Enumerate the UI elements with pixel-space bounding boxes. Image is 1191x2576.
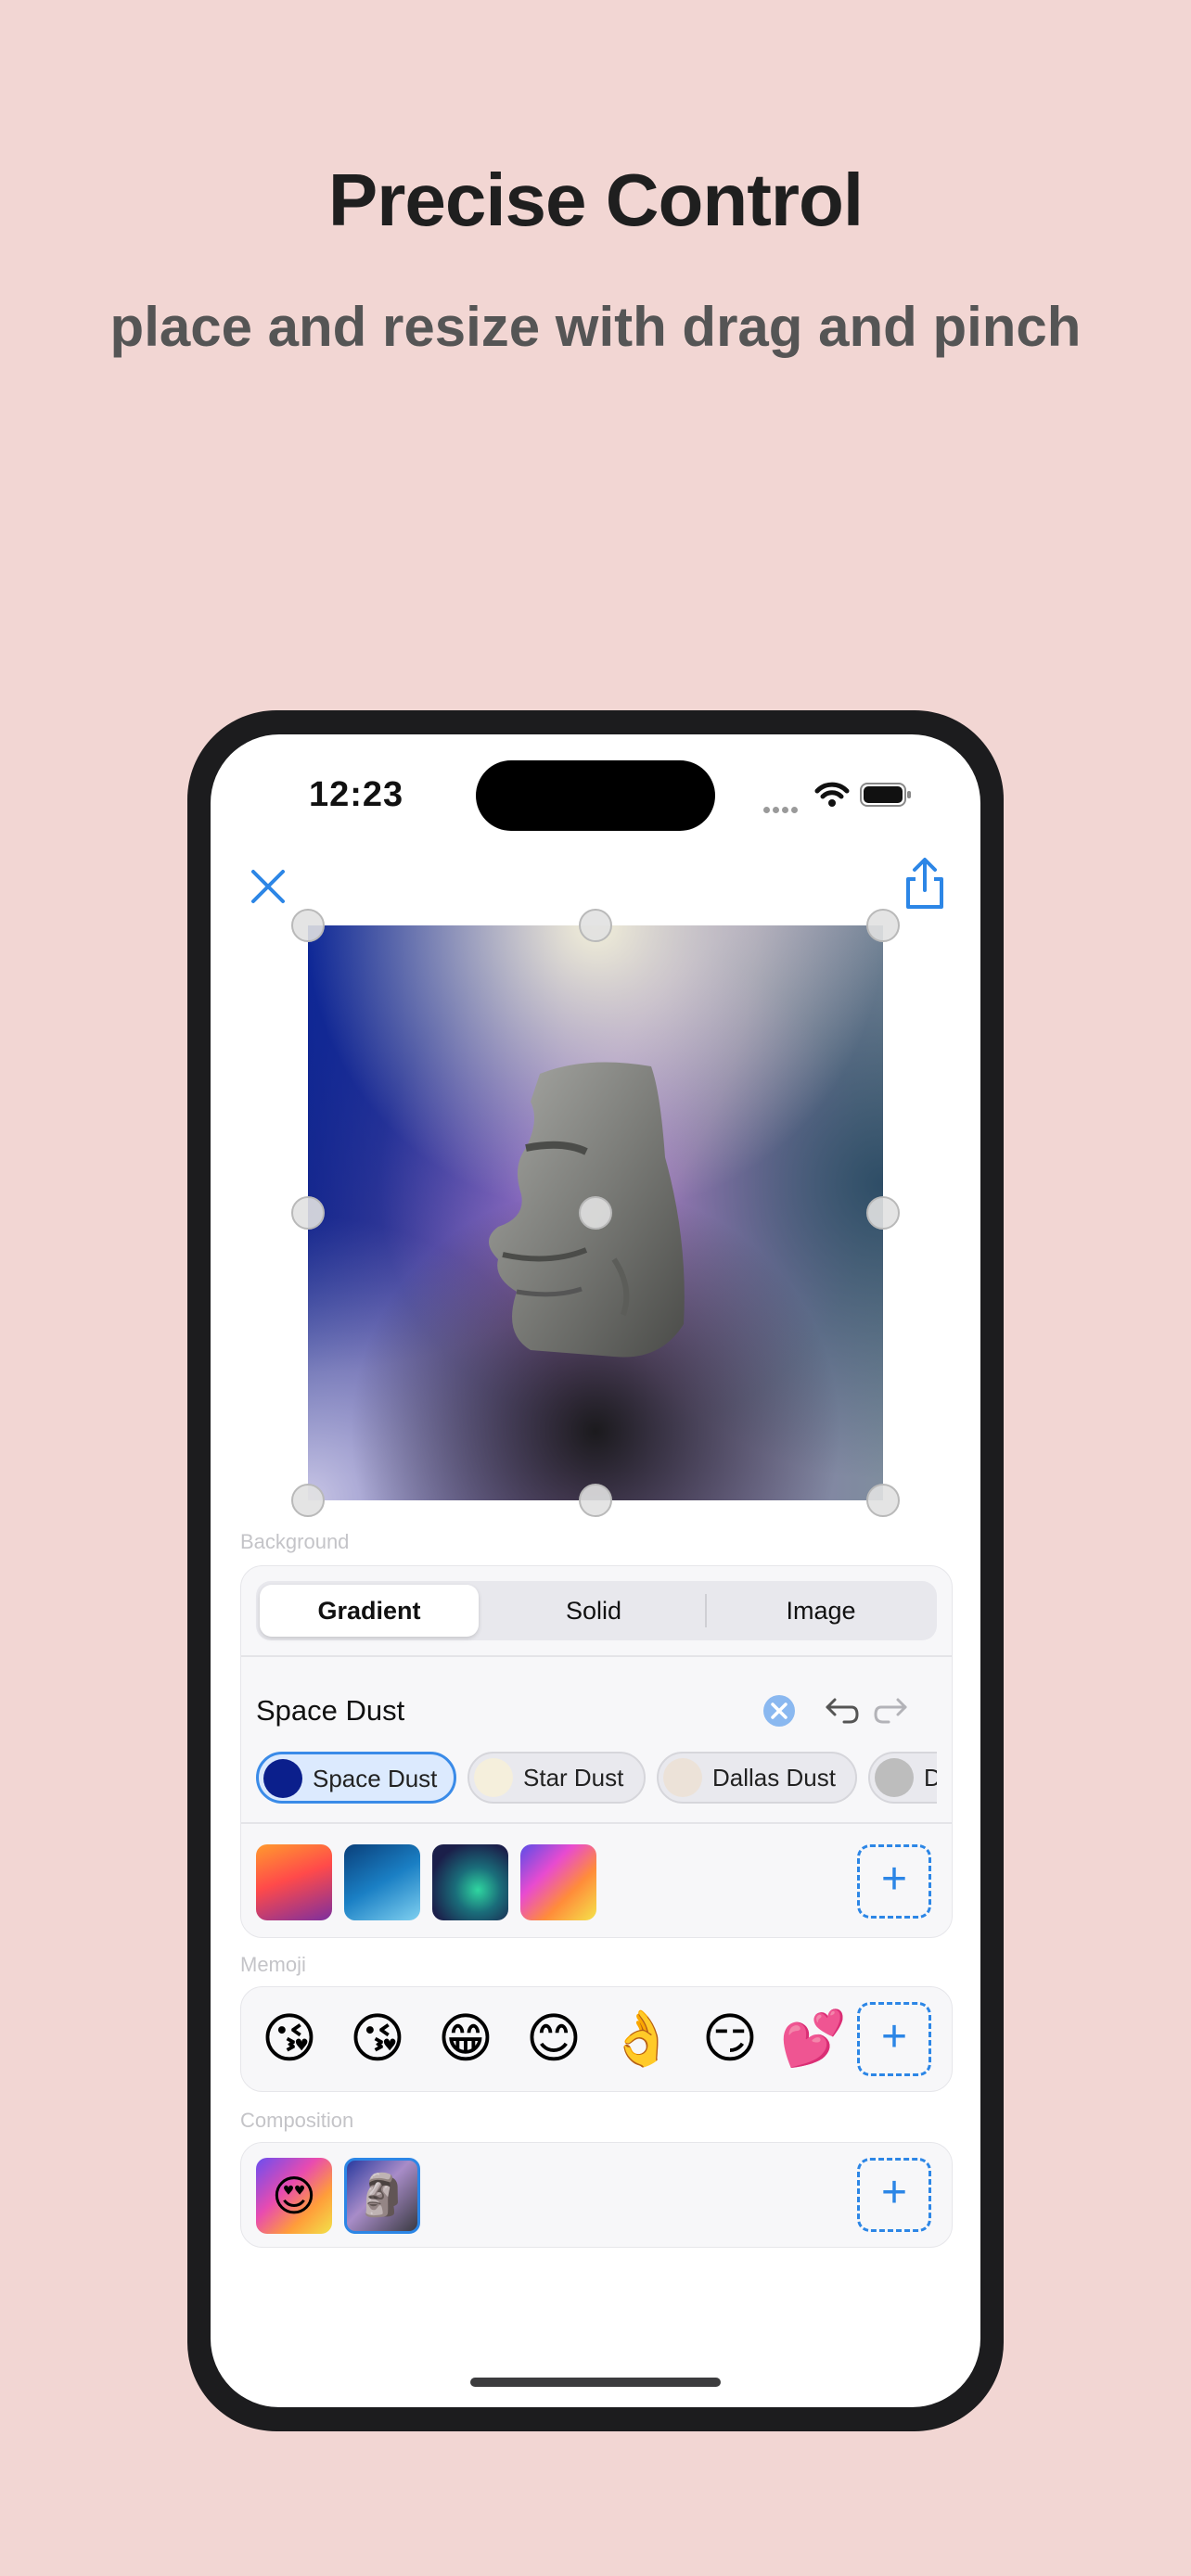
memoji-item[interactable]: 😘: [339, 2004, 416, 2074]
resize-handle-bottom[interactable]: [579, 1484, 612, 1517]
gradient-thumb-sunset[interactable]: [256, 1844, 332, 1920]
editing-canvas[interactable]: [291, 909, 900, 1517]
segment-divider: [705, 1594, 707, 1627]
battery-icon: [860, 783, 912, 807]
memoji-item[interactable]: 💕: [775, 2004, 852, 2074]
resize-handle-left[interactable]: [291, 1196, 325, 1230]
background-type-segmented-control: Gradient Solid Image: [256, 1581, 937, 1640]
preset-label: D: [924, 1753, 937, 1802]
preset-star-dust[interactable]: Star Dust: [467, 1752, 646, 1804]
composition-item-selected[interactable]: 🗿: [344, 2158, 420, 2234]
memoji-section-label: Memoji: [240, 1953, 306, 1976]
memoji-card: 😘 😘 😁 😊 👌 😏 💕 +: [240, 1986, 953, 2092]
move-handle-center[interactable]: [579, 1196, 612, 1230]
preset-space-dust[interactable]: Space Dust: [256, 1752, 456, 1804]
preset-dallas-dust[interactable]: Dallas Dust: [657, 1752, 857, 1804]
resize-handle-right[interactable]: [866, 1196, 900, 1230]
background-section-label: Background: [240, 1530, 350, 1553]
composition-section-label: Composition: [240, 2109, 354, 2132]
memoji-item[interactable]: 😁: [427, 2004, 505, 2074]
redo-icon[interactable]: [872, 1690, 913, 1731]
resize-handle-top-left[interactable]: [291, 909, 325, 942]
gradient-thumb-ocean[interactable]: [344, 1844, 420, 1920]
gradient-thumb-aurora[interactable]: [432, 1844, 508, 1920]
divider: [241, 1655, 952, 1657]
gradient-presets-list: Space Dust Star Dust Dallas Dust D: [256, 1752, 937, 1807]
wifi-icon: [813, 781, 851, 809]
composition-item[interactable]: 😍: [256, 2158, 332, 2234]
add-composition-button[interactable]: +: [857, 2158, 931, 2232]
memoji-item[interactable]: 😏: [691, 2004, 769, 2074]
resize-handle-top-right[interactable]: [866, 909, 900, 942]
preset-swatch: [474, 1758, 513, 1797]
preset-label: Dallas Dust: [712, 1764, 836, 1792]
background-card: Gradient Solid Image Space Dust Space Du…: [240, 1565, 953, 1938]
clear-icon[interactable]: [761, 1692, 798, 1729]
gradient-name-field[interactable]: Space Dust: [256, 1694, 404, 1728]
tab-solid[interactable]: Solid: [482, 1585, 705, 1637]
memoji-item[interactable]: 😊: [515, 2004, 593, 2074]
subheadline: place and resize with drag and pinch: [109, 296, 1082, 358]
undo-icon[interactable]: [820, 1690, 861, 1731]
preset-swatch: [263, 1759, 302, 1798]
tab-image[interactable]: Image: [709, 1585, 933, 1637]
dynamic-island: [476, 760, 715, 831]
resize-handle-top[interactable]: [579, 909, 612, 942]
divider: [241, 1822, 952, 1824]
composition-card: 😍 🗿 +: [240, 2142, 953, 2248]
status-time: 12:23: [309, 775, 404, 814]
resize-handle-bottom-right[interactable]: [866, 1484, 900, 1517]
add-gradient-button[interactable]: +: [857, 1844, 931, 1919]
signal-dots-icon: [763, 801, 804, 813]
memoji-item[interactable]: 😘: [250, 2004, 328, 2074]
memoji-item[interactable]: 👌: [603, 2004, 681, 2074]
resize-handle-bottom-left[interactable]: [291, 1484, 325, 1517]
preset-label: Space Dust: [313, 1765, 438, 1792]
gradient-thumb-rainbow[interactable]: [520, 1844, 596, 1920]
preset-partial[interactable]: D: [868, 1752, 937, 1804]
close-icon[interactable]: [240, 859, 296, 914]
tab-gradient[interactable]: Gradient: [260, 1585, 479, 1637]
preset-label: Star Dust: [523, 1764, 624, 1792]
headline: Precise Control: [327, 159, 864, 241]
preset-swatch: [663, 1758, 702, 1797]
share-icon[interactable]: [897, 855, 953, 911]
preset-swatch: [875, 1758, 914, 1797]
home-indicator: [470, 2378, 721, 2387]
phone-screen: 12:23 Background Gradient Solid Image Sp…: [211, 734, 980, 2407]
add-memoji-button[interactable]: +: [857, 2002, 931, 2076]
